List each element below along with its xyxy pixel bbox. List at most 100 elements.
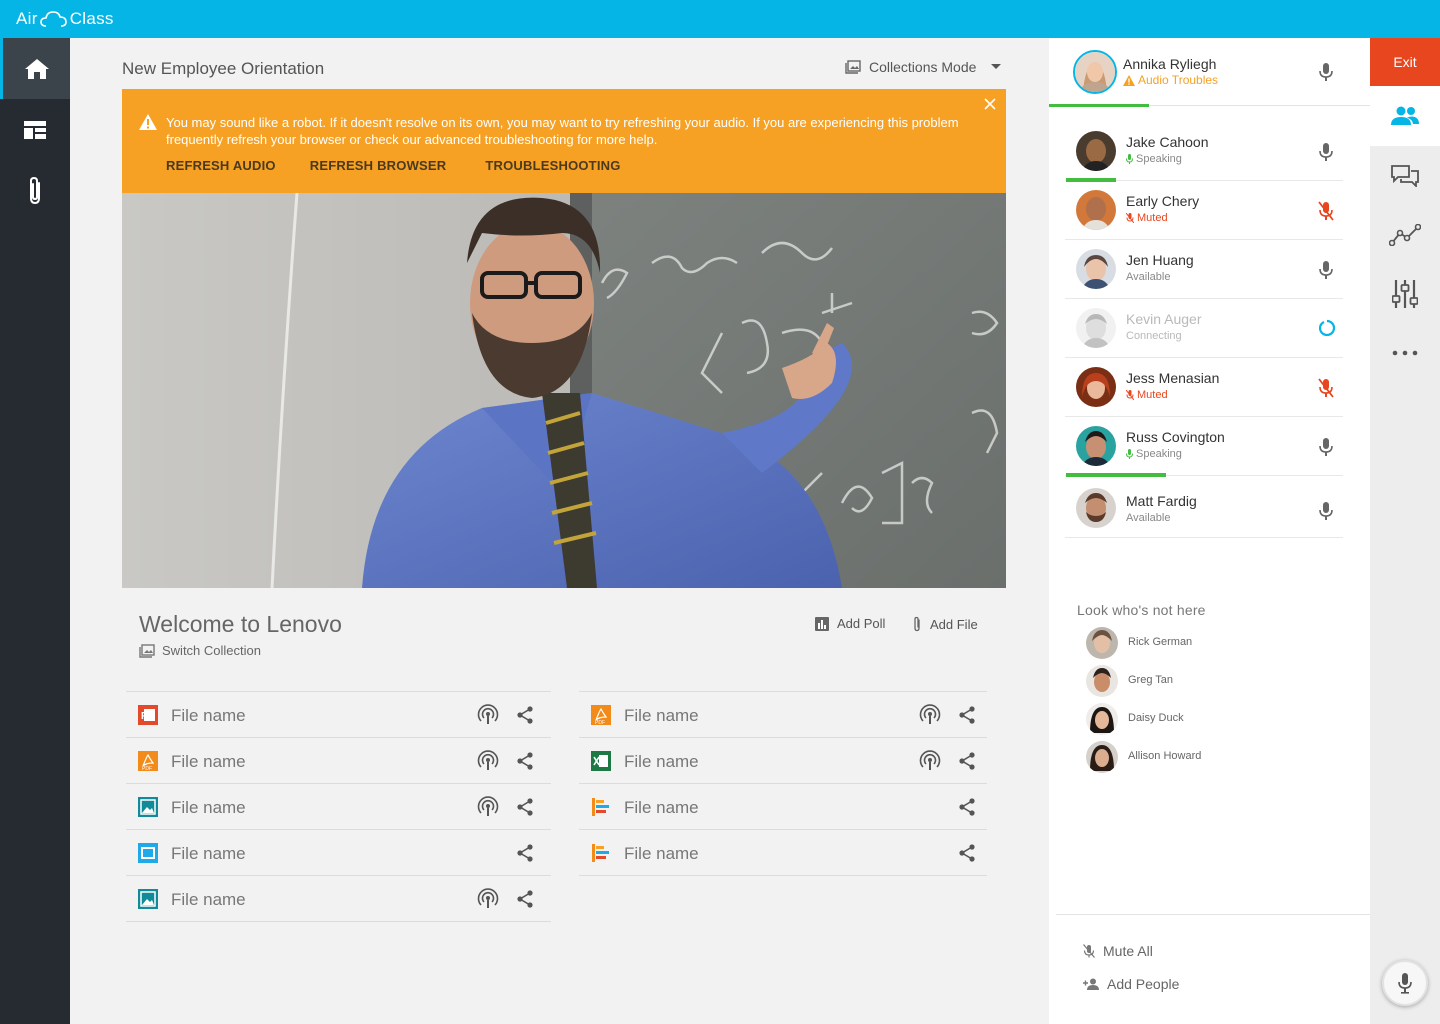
microphone-icon[interactable] bbox=[1318, 142, 1334, 162]
file-row[interactable]: File name bbox=[579, 830, 987, 876]
collection-icon bbox=[845, 60, 861, 74]
refresh-audio-button[interactable]: REFRESH AUDIO bbox=[166, 158, 276, 173]
add-poll-button[interactable]: Add Poll bbox=[815, 616, 885, 631]
file-row[interactable]: File name bbox=[579, 738, 987, 784]
broadcast-icon[interactable] bbox=[477, 750, 499, 772]
participant-status-label: Available bbox=[1126, 512, 1171, 524]
absent-person[interactable]: Rick German bbox=[1086, 626, 1286, 664]
participant-name: Russ Covington bbox=[1126, 429, 1225, 445]
main-content: New Employee Orientation Collections Mod… bbox=[70, 38, 1049, 1024]
share-icon[interactable] bbox=[515, 797, 535, 817]
share-icon[interactable] bbox=[515, 889, 535, 909]
file-name: File name bbox=[624, 752, 699, 771]
share-icon[interactable] bbox=[515, 705, 535, 725]
avatar[interactable] bbox=[1073, 50, 1117, 94]
microphone-button[interactable] bbox=[1382, 960, 1428, 1006]
participant-row[interactable]: Kevin Auger Connecting bbox=[1065, 299, 1343, 358]
broadcast-icon[interactable] bbox=[477, 888, 499, 910]
warning-icon bbox=[1123, 74, 1135, 86]
file-row[interactable]: File name bbox=[126, 830, 551, 876]
mute-all-label: Mute All bbox=[1103, 943, 1153, 959]
broadcast-icon[interactable] bbox=[919, 750, 941, 772]
connecting-spinner-icon bbox=[1318, 319, 1336, 337]
file-row[interactable]: File name bbox=[579, 784, 987, 830]
broadcast-icon[interactable] bbox=[477, 796, 499, 818]
microphone-icon[interactable] bbox=[1318, 437, 1334, 457]
mic-muted-icon[interactable] bbox=[1318, 378, 1334, 398]
nav-home[interactable] bbox=[0, 38, 70, 99]
panel-footer: Mute All Add People bbox=[1056, 914, 1370, 992]
brand-left: Air bbox=[16, 9, 38, 28]
participant-row[interactable]: Early Chery Muted bbox=[1065, 181, 1343, 240]
absent-person[interactable]: Greg Tan bbox=[1086, 664, 1286, 702]
participant-status-label: Available bbox=[1126, 271, 1171, 283]
mute-all-button[interactable]: Mute All bbox=[1083, 943, 1153, 959]
participant-row[interactable]: Russ Covington Speaking bbox=[1065, 417, 1343, 477]
microphone-icon[interactable] bbox=[1318, 260, 1334, 280]
participant-name: Jess Menasian bbox=[1126, 370, 1220, 386]
absent-name: Allison Howard bbox=[1128, 750, 1202, 762]
file-row[interactable]: File name bbox=[126, 876, 551, 922]
rail-people[interactable] bbox=[1370, 86, 1440, 146]
close-icon[interactable] bbox=[982, 96, 998, 112]
share-icon[interactable] bbox=[957, 705, 977, 725]
collections-mode-dropdown[interactable]: Collections Mode bbox=[845, 59, 1002, 75]
participant-row[interactable]: Matt Fardig Available bbox=[1065, 476, 1343, 538]
svg-text:PDF: PDF bbox=[595, 720, 605, 725]
exit-button[interactable]: Exit bbox=[1370, 38, 1440, 86]
file-row[interactable]: PDF File name bbox=[579, 692, 987, 738]
alert-message: You may sound like a robot. If it doesn'… bbox=[166, 115, 959, 147]
participant-name: Kevin Auger bbox=[1126, 311, 1202, 327]
participant-status: Connecting bbox=[1126, 330, 1182, 342]
svg-text:PDF: PDF bbox=[142, 766, 152, 771]
mic-muted-icon[interactable] bbox=[1318, 201, 1334, 221]
participant-row[interactable]: Jen Huang Available bbox=[1065, 240, 1343, 299]
avatar bbox=[1076, 190, 1116, 230]
video-file-icon bbox=[138, 843, 158, 863]
participant-row[interactable]: Jake Cahoon Speaking bbox=[1065, 122, 1343, 182]
broadcast-icon[interactable] bbox=[477, 704, 499, 726]
file-name: File name bbox=[171, 752, 246, 771]
presenter-video[interactable] bbox=[122, 193, 1006, 588]
share-icon[interactable] bbox=[957, 843, 977, 863]
rail-analytics[interactable] bbox=[1370, 205, 1440, 264]
share-icon[interactable] bbox=[957, 751, 977, 771]
absent-person[interactable]: Daisy Duck bbox=[1086, 702, 1286, 740]
rail-chat[interactable] bbox=[1370, 146, 1440, 205]
share-icon[interactable] bbox=[515, 843, 535, 863]
refresh-browser-button[interactable]: REFRESH BROWSER bbox=[310, 158, 447, 173]
participant-status-label: Speaking bbox=[1136, 448, 1182, 460]
file-name: File name bbox=[171, 798, 246, 817]
nav-attachments[interactable] bbox=[0, 160, 70, 221]
cloud-icon bbox=[39, 11, 67, 27]
file-list-left: P File name PDF File name File name File… bbox=[126, 691, 551, 922]
avatar bbox=[1086, 741, 1118, 773]
participant-name: Early Chery bbox=[1126, 193, 1200, 209]
broadcast-icon[interactable] bbox=[919, 704, 941, 726]
left-nav bbox=[0, 38, 70, 1024]
rail-settings[interactable] bbox=[1370, 264, 1440, 323]
pdf-file-icon: PDF bbox=[591, 705, 611, 725]
participant-row[interactable]: Jess Menasian Muted bbox=[1065, 358, 1343, 417]
absent-person[interactable]: Allison Howard bbox=[1086, 740, 1286, 778]
microphone-icon[interactable] bbox=[1318, 62, 1334, 82]
share-icon[interactable] bbox=[957, 797, 977, 817]
mic-muted-icon bbox=[1126, 213, 1134, 223]
mic-muted-icon bbox=[1126, 390, 1134, 400]
microphone-icon[interactable] bbox=[1318, 501, 1334, 521]
rail-more[interactable] bbox=[1370, 323, 1440, 382]
add-people-button[interactable]: Add People bbox=[1083, 976, 1179, 992]
file-name: File name bbox=[171, 706, 246, 725]
file-row[interactable]: PDF File name bbox=[126, 738, 551, 784]
microphone-icon bbox=[1398, 973, 1412, 994]
troubleshooting-button[interactable]: TROUBLESHOOTING bbox=[485, 158, 620, 173]
participant-name: Jen Huang bbox=[1126, 252, 1194, 268]
add-file-button[interactable]: Add File bbox=[912, 616, 978, 632]
participant-status: Speaking bbox=[1126, 448, 1182, 460]
absent-name: Rick German bbox=[1128, 636, 1193, 648]
share-icon[interactable] bbox=[515, 751, 535, 771]
file-row[interactable]: File name bbox=[126, 784, 551, 830]
nav-layout[interactable] bbox=[0, 99, 70, 160]
file-row[interactable]: P File name bbox=[126, 692, 551, 738]
switch-collection-button[interactable]: Switch Collection bbox=[139, 643, 261, 658]
